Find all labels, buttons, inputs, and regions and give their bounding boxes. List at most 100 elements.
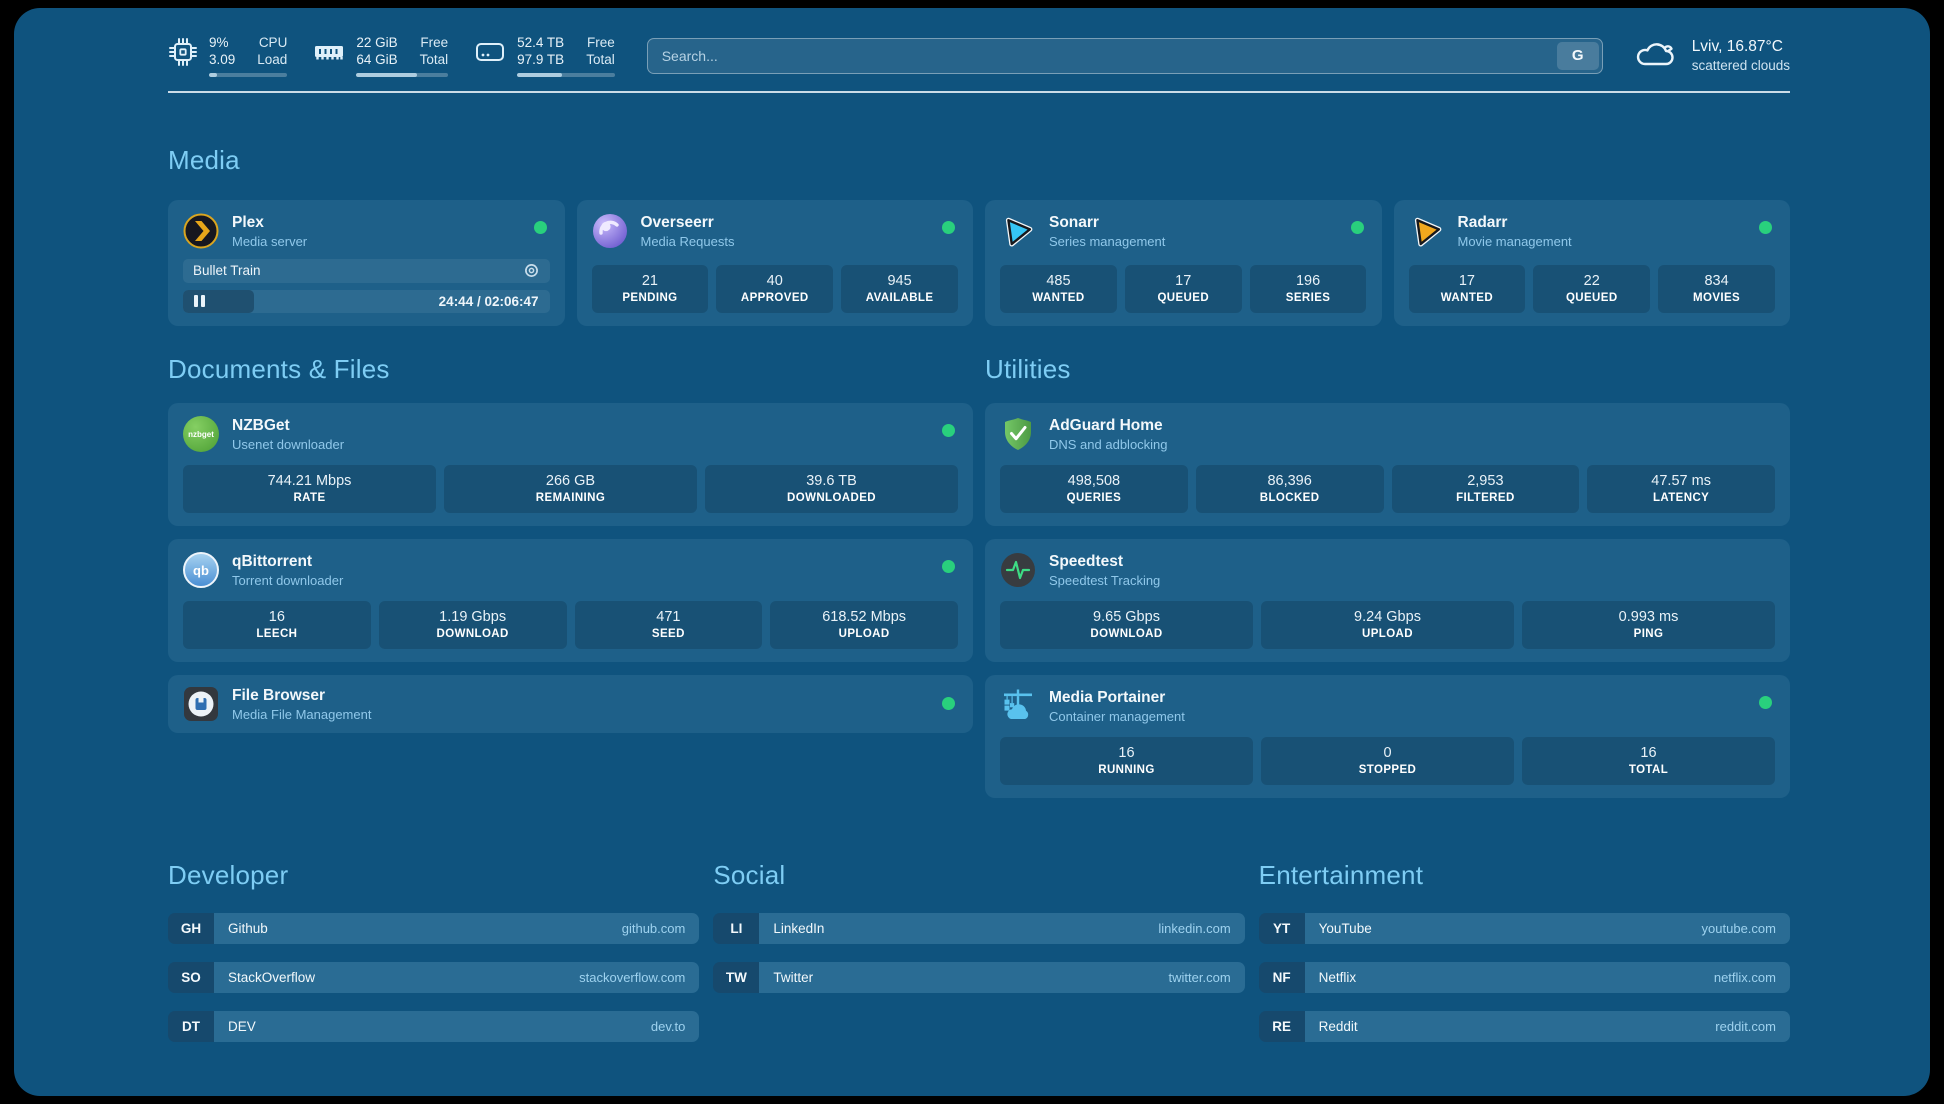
overseerr-card[interactable]: Overseerr Media Requests 21PENDING 40APP…: [577, 200, 974, 326]
app-subtitle: Usenet downloader: [232, 437, 344, 452]
status-dot: [534, 221, 547, 234]
stat-tile: 834MOVIES: [1658, 265, 1775, 313]
app-name: File Browser: [232, 687, 371, 705]
bookmark-abbr: YT: [1259, 913, 1305, 944]
disk-progress-bar: [517, 73, 615, 77]
stat-tile: 40APPROVED: [716, 265, 833, 313]
nzbget-card[interactable]: nzbget NZBGet Usenet downloader 744.21 M…: [168, 403, 973, 526]
speedtest-icon: [1000, 552, 1036, 588]
bookmark-github[interactable]: GH Githubgithub.com: [168, 913, 699, 944]
stat-tile: 945AVAILABLE: [841, 265, 958, 313]
bookmark-reddit[interactable]: RE Redditreddit.com: [1259, 1011, 1790, 1042]
app-name: Speedtest: [1049, 553, 1160, 571]
bookmark-youtube[interactable]: YT YouTubeyoutube.com: [1259, 913, 1790, 944]
portainer-card[interactable]: Media Portainer Container management 16R…: [985, 675, 1790, 798]
now-playing-row: Bullet Train: [183, 259, 550, 283]
stat-tile: 17QUEUED: [1125, 265, 1242, 313]
bookmark-abbr: SO: [168, 962, 214, 993]
bookmark-name: DEV: [228, 1019, 256, 1034]
stat-tile: 0STOPPED: [1261, 737, 1514, 785]
sonarr-card[interactable]: Sonarr Series management 485WANTED 17QUE…: [985, 200, 1382, 326]
stat-tile: 1.19 GbpsDOWNLOAD: [379, 601, 567, 649]
radarr-card[interactable]: Radarr Movie management 17WANTED 22QUEUE…: [1394, 200, 1791, 326]
plex-card[interactable]: Plex Media server Bullet Train 24:44 / 0…: [168, 200, 565, 326]
memory-stat-widget: 22 GiB 64 GiB Free Total: [313, 34, 448, 77]
search-provider-button[interactable]: G: [1557, 42, 1599, 70]
memory-free-value: 22 GiB: [356, 35, 397, 50]
app-name: Plex: [232, 214, 307, 232]
playback-progress: 24:44 / 02:06:47: [183, 290, 550, 314]
search-input[interactable]: [648, 39, 1602, 73]
adguard-card[interactable]: AdGuard Home DNS and adblocking 498,508Q…: [985, 403, 1790, 526]
bookmark-abbr: NF: [1259, 962, 1305, 993]
bookmark-group-social: Social LI LinkedInlinkedin.com TW Twitte…: [713, 860, 1244, 1060]
cpu-load-value: 3.09: [209, 52, 235, 67]
top-bar: 9% 3.09 CPU Load 22 GiB 64 GiB Free T: [168, 34, 1790, 77]
filebrowser-card[interactable]: File Browser Media File Management: [168, 675, 973, 733]
gear-icon[interactable]: [523, 262, 540, 279]
bookmark-abbr: LI: [713, 913, 759, 944]
stat-tile: 744.21 MbpsRATE: [183, 465, 436, 513]
status-dot: [942, 221, 955, 234]
cpu-usage-value: 9%: [209, 35, 229, 50]
app-subtitle: Media Requests: [641, 234, 735, 249]
stat-tile: 485WANTED: [1000, 265, 1117, 313]
bookmark-twitter[interactable]: TW Twittertwitter.com: [713, 962, 1244, 993]
weather-widget: Lviv, 16.87°C scattered clouds: [1633, 37, 1790, 74]
status-dot: [942, 560, 955, 573]
app-name: NZBGet: [232, 417, 344, 435]
sonarr-icon: [1000, 213, 1036, 249]
bookmark-linkedin[interactable]: LI LinkedInlinkedin.com: [713, 913, 1244, 944]
bookmark-name: Reddit: [1319, 1019, 1358, 1034]
app-subtitle: Movie management: [1458, 234, 1572, 249]
bookmark-dev[interactable]: DT DEVdev.to: [168, 1011, 699, 1042]
bookmark-stackoverflow[interactable]: SO StackOverflowstackoverflow.com: [168, 962, 699, 993]
speedtest-card[interactable]: Speedtest Speedtest Tracking 9.65 GbpsDO…: [985, 539, 1790, 662]
search-bar: G: [647, 38, 1603, 74]
stat-tile: 22QUEUED: [1533, 265, 1650, 313]
stat-tile: 0.993 msPING: [1522, 601, 1775, 649]
portainer-icon: [1000, 688, 1036, 724]
section-title-entertainment: Entertainment: [1259, 860, 1790, 891]
disk-total-label: Total: [586, 52, 615, 67]
app-name: qBittorrent: [232, 553, 343, 571]
disk-icon: [474, 37, 506, 67]
memory-progress-bar: [356, 73, 448, 77]
topbar-divider: [168, 91, 1790, 93]
bookmark-name: Github: [228, 921, 268, 936]
bookmark-abbr: GH: [168, 913, 214, 944]
app-name: Overseerr: [641, 214, 735, 232]
stat-tile: 86,396BLOCKED: [1196, 465, 1384, 513]
stat-tile: 498,508QUERIES: [1000, 465, 1188, 513]
stat-tile: 266 GBREMAINING: [444, 465, 697, 513]
disk-total-value: 97.9 TB: [517, 52, 564, 67]
stat-tile: 9.65 GbpsDOWNLOAD: [1000, 601, 1253, 649]
section-title-documents: Documents & Files: [168, 354, 973, 385]
status-dot: [1759, 696, 1772, 709]
memory-icon: [313, 37, 345, 67]
documents-column: Documents & Files nzbget NZBGet Usenet d…: [168, 354, 973, 798]
app-name: Radarr: [1458, 214, 1572, 232]
bookmark-url: stackoverflow.com: [579, 970, 685, 985]
filebrowser-icon: [183, 686, 219, 722]
bookmark-name: Netflix: [1319, 970, 1357, 985]
nzbget-icon: nzbget: [183, 416, 219, 452]
cpu-icon: [168, 37, 198, 67]
bookmark-netflix[interactable]: NF Netflixnetflix.com: [1259, 962, 1790, 993]
stat-tile: 17WANTED: [1409, 265, 1526, 313]
app-subtitle: DNS and adblocking: [1049, 437, 1168, 452]
app-subtitle: Container management: [1049, 709, 1185, 724]
qbittorrent-card[interactable]: qb qBittorrent Torrent downloader 16LEEC…: [168, 539, 973, 662]
app-subtitle: Media File Management: [232, 707, 371, 722]
stat-tile: 471SEED: [575, 601, 763, 649]
weather-condition: scattered clouds: [1692, 57, 1790, 74]
bookmark-name: LinkedIn: [773, 921, 824, 936]
stat-tile: 618.52 MbpsUPLOAD: [770, 601, 958, 649]
weather-location-temp: Lviv, 16.87°C: [1692, 37, 1790, 57]
cpu-stat-widget: 9% 3.09 CPU Load: [168, 34, 287, 77]
app-subtitle: Series management: [1049, 234, 1165, 249]
disk-free-label: Free: [587, 35, 615, 50]
playback-time: 24:44 / 02:06:47: [439, 294, 539, 309]
radarr-icon: [1409, 213, 1445, 249]
app-name: Media Portainer: [1049, 689, 1185, 707]
